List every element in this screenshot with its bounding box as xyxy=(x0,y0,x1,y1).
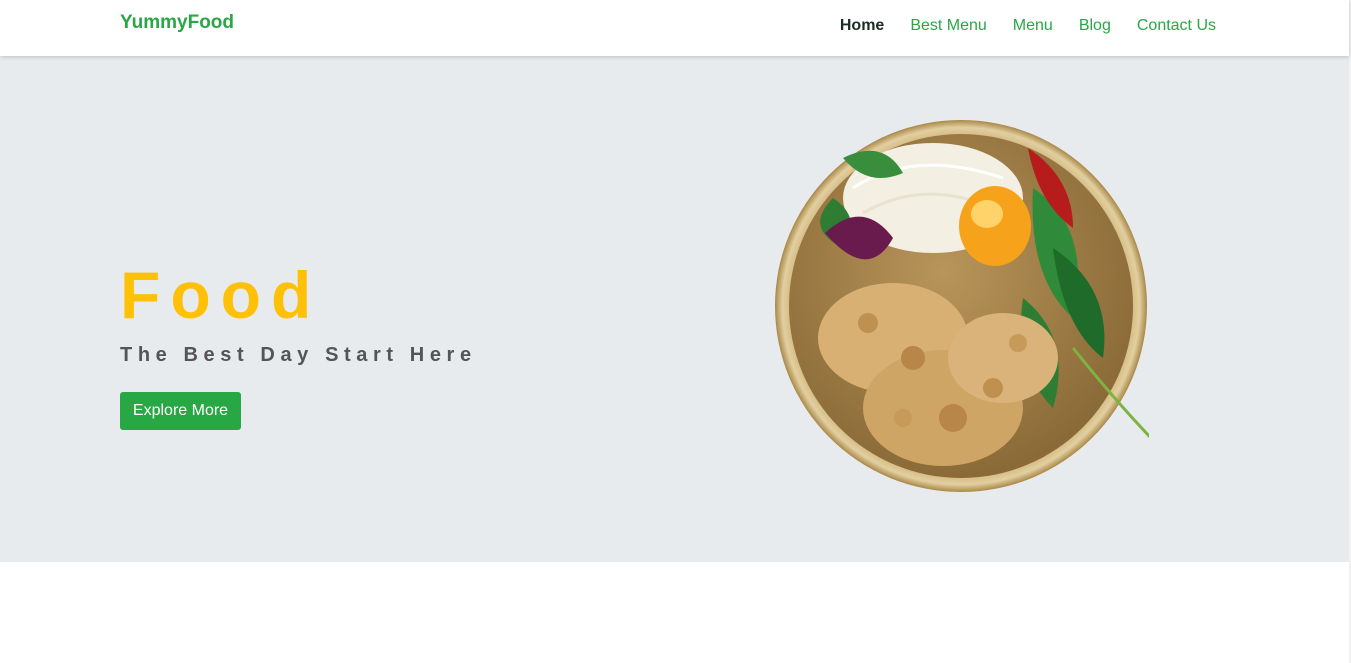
page: YummyFood Home Best Menu Menu Blog Conta… xyxy=(0,0,1351,663)
hero-subtitle: The Best Day Start Here xyxy=(120,344,477,366)
nav-item-home: Home xyxy=(840,17,884,35)
nav-link-blog[interactable]: Blog xyxy=(1079,17,1111,34)
nav-item-blog: Blog xyxy=(1079,17,1111,35)
nav-link-menu[interactable]: Menu xyxy=(1013,17,1053,34)
nav-link-home[interactable]: Home xyxy=(840,17,884,34)
navbar: YummyFood Home Best Menu Menu Blog Conta… xyxy=(0,0,1349,56)
explore-more-button[interactable]: Explore More xyxy=(120,392,241,430)
nav-link-contact-us[interactable]: Contact Us xyxy=(1137,17,1216,34)
nav-item-contact-us: Contact Us xyxy=(1137,17,1216,35)
nav-item-best-menu: Best Menu xyxy=(910,17,986,35)
nav-links: Home Best Menu Menu Blog Contact Us xyxy=(840,17,1216,35)
food-bowl-icon xyxy=(773,118,1149,494)
nav-link-best-menu[interactable]: Best Menu xyxy=(910,17,986,34)
hero-title: Food xyxy=(120,258,322,332)
nav-item-menu: Menu xyxy=(1013,17,1053,35)
brand-logo[interactable]: YummyFood xyxy=(120,12,234,34)
hero-section: Food The Best Day Start Here Explore Mor… xyxy=(0,56,1349,562)
